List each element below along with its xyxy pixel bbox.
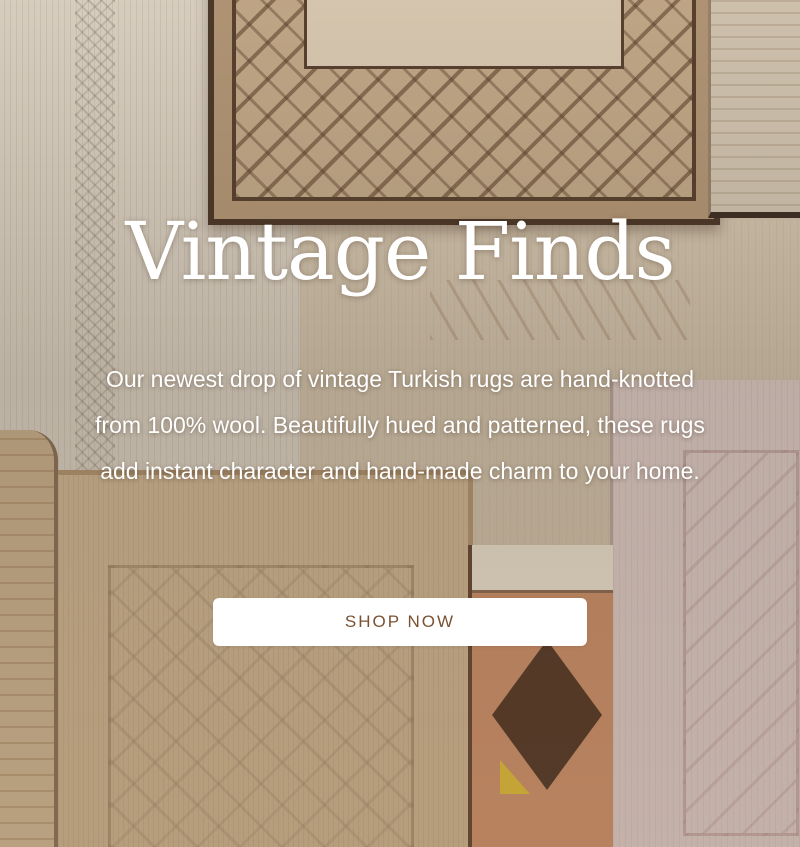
shop-now-button[interactable]: SHOP NOW [213,598,587,646]
hero-title: Vintage Finds [125,205,675,298]
hero-description: Our newest drop of vintage Turkish rugs … [95,366,705,484]
hero-content: Vintage Finds Our newest drop of vintage… [0,0,800,847]
hero-banner: Vintage Finds Our newest drop of vintage… [0,0,800,847]
